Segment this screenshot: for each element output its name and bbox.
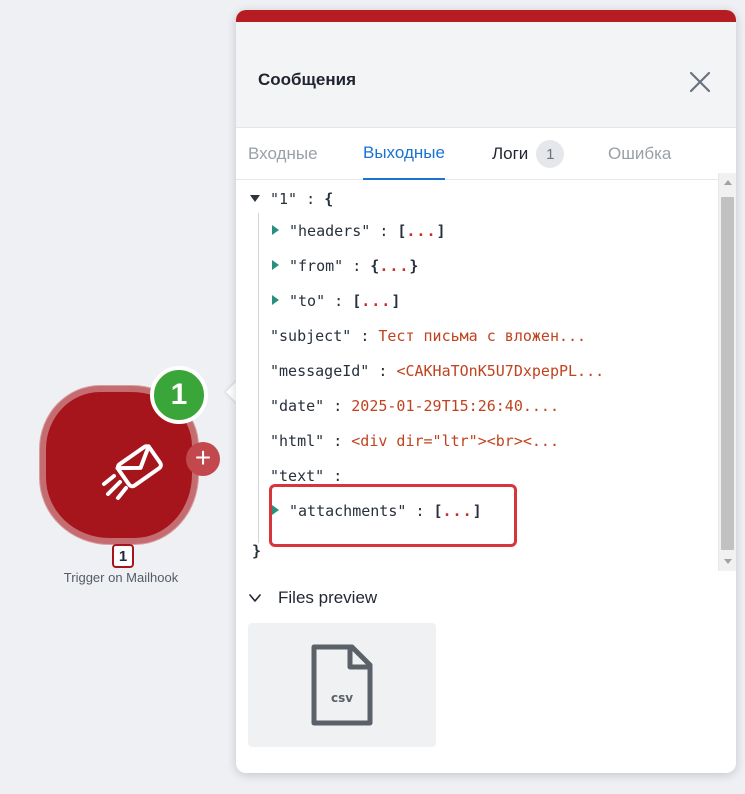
- tree-open-bracket: [: [352, 292, 362, 310]
- tree-key: "messageId": [270, 362, 370, 380]
- operation-number[interactable]: 1: [112, 544, 134, 568]
- close-button[interactable]: [684, 66, 716, 98]
- tree-row-date[interactable]: "date" : 2025-01-29T15:26:40....: [270, 393, 559, 419]
- scrollbar-thumb[interactable]: [721, 197, 734, 550]
- logs-count-badge: 1: [536, 140, 565, 168]
- csv-file-icon: [311, 644, 373, 726]
- tree-colon: :: [333, 397, 343, 415]
- tree-colon: :: [333, 432, 343, 450]
- files-preview-toggle[interactable]: Files preview: [248, 586, 377, 610]
- tree-row-messageid[interactable]: "messageId" : <CAKHaTOnK5U7DxpepPL...: [270, 358, 604, 384]
- tree-value: 2025-01-29T15:26:40....: [351, 397, 559, 415]
- tree-colon: :: [379, 222, 389, 240]
- tree-colon: :: [334, 292, 344, 310]
- tab-label: Входные: [248, 144, 318, 163]
- file-preview-card[interactable]: csv: [248, 623, 436, 747]
- tree-colon: :: [333, 467, 343, 481]
- tree-key: "to": [289, 292, 326, 310]
- tree-value: Тест письма с вложен...: [378, 327, 587, 345]
- scroll-down-arrow-icon[interactable]: [724, 559, 732, 564]
- tree-row-from[interactable]: "from" : {...}: [272, 253, 418, 279]
- add-module-button[interactable]: +: [186, 442, 220, 476]
- panel-accent-bar: [236, 10, 736, 22]
- tree-open-brace: {: [370, 257, 380, 275]
- tab-label: Ошибка: [608, 144, 672, 163]
- tree-row-text[interactable]: "text" :: [270, 463, 342, 481]
- tree-colon: :: [352, 257, 362, 275]
- tree-colon: :: [378, 362, 388, 380]
- tree-key: "html": [270, 432, 325, 450]
- expand-caret-icon[interactable]: [272, 260, 279, 270]
- tab-input[interactable]: Входные: [248, 128, 318, 180]
- tab-logs[interactable]: Логи 1: [492, 128, 565, 180]
- scroll-up-arrow-icon[interactable]: [724, 180, 732, 185]
- tree-collapsed-dots[interactable]: ...: [379, 257, 409, 275]
- tab-error[interactable]: Ошибка: [608, 128, 671, 180]
- tree-row-to[interactable]: "to" : [...]: [272, 288, 400, 314]
- tree-key: "1": [270, 190, 298, 208]
- attachments-highlight-box: [269, 484, 517, 547]
- tree-row-html[interactable]: "html" : <div dir="ltr"><br><...: [270, 428, 559, 454]
- tree-scrollbar[interactable]: [718, 173, 736, 571]
- tree-key: "subject": [270, 327, 352, 345]
- module-label: Trigger on Mailhook: [63, 570, 179, 585]
- tree-collapsed-dots[interactable]: ...: [361, 292, 391, 310]
- collapse-caret-icon[interactable]: [250, 195, 260, 202]
- tab-label: Выходные: [363, 143, 445, 162]
- tab-bar: Входные Выходные Логи 1 Ошибка: [236, 128, 736, 180]
- tree-root-row[interactable]: "1" : {: [250, 186, 333, 212]
- tree-close-bracket: ]: [391, 292, 401, 310]
- tab-output[interactable]: Выходные: [363, 128, 445, 180]
- chevron-down-icon: [249, 594, 261, 602]
- tree-collapsed-dots[interactable]: ...: [406, 222, 436, 240]
- panel-title: Сообщения: [258, 70, 356, 89]
- file-extension-label: csv: [330, 691, 354, 705]
- close-icon: [689, 71, 711, 93]
- tree-guide-line: [258, 213, 259, 543]
- files-preview-label: Files preview: [278, 588, 378, 607]
- tree-close-bracket: ]: [436, 222, 446, 240]
- tree-value: <div dir="ltr"><br><...: [351, 432, 559, 450]
- tree-row-subject[interactable]: "subject" : Тест письма с вложен...: [270, 323, 586, 349]
- mail-trigger-icon: [102, 444, 163, 500]
- tree-open-brace: {: [324, 190, 334, 208]
- tree-key: "headers": [289, 222, 371, 240]
- tree-root-close-row: }: [252, 538, 261, 564]
- tree-key: "date": [270, 397, 325, 415]
- tree-value: <CAKHaTOnK5U7DxpepPL...: [396, 362, 605, 380]
- panel-header: Сообщения: [236, 22, 736, 128]
- tree-key: "text": [270, 467, 325, 481]
- expand-caret-icon[interactable]: [272, 295, 279, 305]
- output-json-tree: "1" : { "headers" : [...] "from" : {...}…: [236, 181, 736, 573]
- operations-count-badge[interactable]: 1: [150, 366, 208, 424]
- expand-caret-icon[interactable]: [272, 225, 279, 235]
- tree-close-brace: }: [252, 542, 262, 560]
- tree-close-brace: }: [409, 257, 419, 275]
- tree-row-headers[interactable]: "headers" : [...]: [272, 218, 446, 244]
- tab-label: Логи: [492, 144, 529, 163]
- tree-colon: :: [306, 190, 316, 208]
- output-bubble-panel: Сообщения Входные Выходные Логи 1 Ошибка…: [236, 10, 736, 773]
- tree-colon: :: [360, 327, 370, 345]
- tree-key: "from": [289, 257, 344, 275]
- scenario-module[interactable]: 1 + 1 Trigger on Mailhook: [38, 366, 220, 592]
